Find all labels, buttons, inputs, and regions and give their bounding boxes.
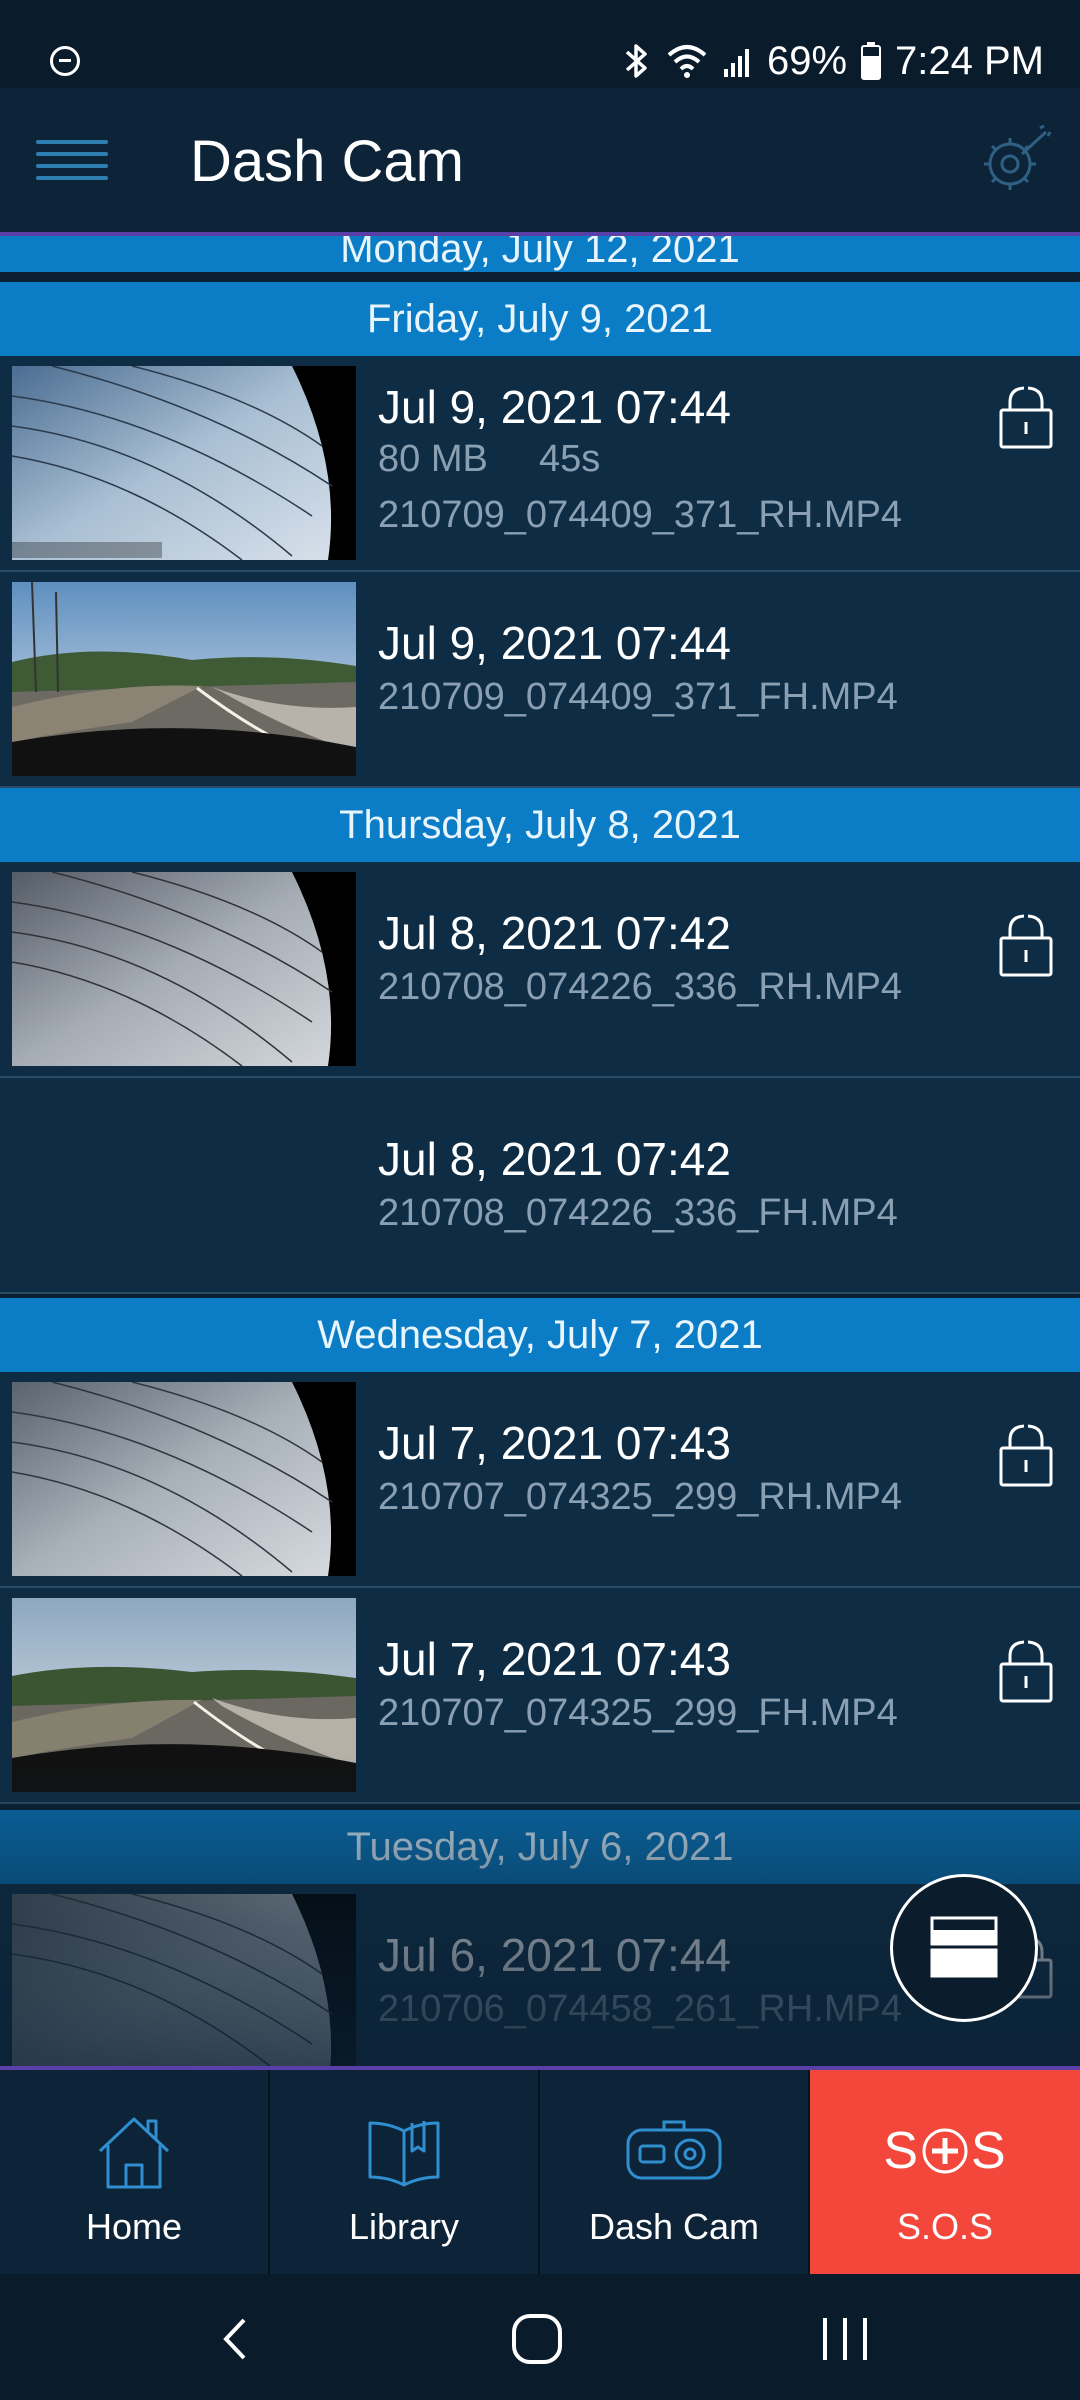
list-view-icon	[930, 1916, 998, 1978]
recording-filename: 210708_074226_336_FH.MP4	[378, 1192, 898, 1234]
back-icon[interactable]	[212, 2314, 262, 2364]
recording-filename: 210709_074409_371_FH.MP4	[378, 676, 898, 718]
recording-row[interactable]: Jul 7, 2021 07:43 210707_074325_299_RH.M…	[0, 1372, 1080, 1588]
recording-row[interactable]: Jul 8, 2021 07:42 210708_074226_336_RH.M…	[0, 862, 1080, 1078]
rear-window-thumbnail	[12, 366, 356, 560]
recordings-list[interactable]: Monday, July 12, 2021 Friday, July 9, 20…	[0, 236, 1080, 2066]
nav-label: Library	[348, 2206, 460, 2247]
recording-meta: 80 MB 45s	[378, 438, 600, 481]
recording-datetime: Jul 8, 2021 07:42	[378, 1133, 731, 1185]
house-icon	[98, 2117, 170, 2189]
app-bar: Dash Cam	[0, 88, 1080, 236]
recording-filename: 210706_074458_261_RH.MP4	[378, 1988, 902, 2030]
status-bar: 69% 7:24 PM	[0, 0, 1080, 88]
unlock-icon[interactable]	[998, 1422, 1054, 1488]
battery-icon	[861, 42, 882, 80]
recording-datetime: Jul 6, 2021 07:44	[378, 1929, 731, 1981]
wifi-icon	[665, 41, 709, 81]
dashcam-icon	[626, 2120, 722, 2180]
nav-label: Home	[85, 2206, 183, 2247]
settings-gear-icon[interactable]	[976, 124, 1052, 200]
rear-window-thumbnail	[12, 1894, 356, 2066]
sos-icon: S S	[883, 2122, 1007, 2180]
nav-label: S.O.S	[896, 2206, 994, 2247]
rear-window-thumbnail	[12, 1382, 356, 1576]
book-icon	[368, 2121, 440, 2187]
recording-datetime: Jul 9, 2021 07:44	[378, 617, 731, 669]
section-header: Monday, July 12, 2021	[0, 236, 1080, 272]
recording-datetime: Jul 8, 2021 07:42	[378, 907, 731, 959]
recents-icon[interactable]	[815, 2314, 875, 2364]
recording-row[interactable]: Jul 7, 2021 07:43 210707_074325_299_FH.M…	[0, 1588, 1080, 1804]
nav-dash-cam[interactable]: Dash Cam	[540, 2070, 810, 2274]
recording-datetime: Jul 7, 2021 07:43	[378, 1417, 731, 1469]
home-circle-icon[interactable]	[510, 2312, 564, 2366]
front-road-thumbnail	[12, 1598, 356, 1792]
recording-filename: 210708_074226_336_RH.MP4	[378, 966, 902, 1008]
system-nav-bar	[0, 2274, 1080, 2400]
recording-duration: 45s	[538, 438, 601, 480]
bottom-nav: Home Library Dash Cam S S S.O.S	[0, 2066, 1080, 2274]
do-not-disturb-icon	[50, 46, 80, 76]
recording-filename: 210709_074409_371_RH.MP4	[378, 494, 902, 536]
signal-icon	[723, 43, 753, 79]
recording-datetime: Jul 7, 2021 07:43	[378, 1633, 731, 1685]
section-header: Thursday, July 8, 2021	[0, 788, 1080, 862]
section-header: Wednesday, July 7, 2021	[0, 1298, 1080, 1372]
unlock-icon[interactable]	[998, 384, 1054, 450]
view-toggle-button[interactable]	[890, 1874, 1038, 2022]
recording-row[interactable]: Jul 8, 2021 07:42 210708_074226_336_FH.M…	[0, 1078, 1080, 1294]
nav-label: Dash Cam	[588, 2206, 760, 2247]
recording-datetime: Jul 9, 2021 07:44	[378, 381, 731, 433]
recording-row[interactable]: Jul 9, 2021 07:44 210709_074409_371_FH.M…	[0, 572, 1080, 788]
nav-library[interactable]: Library	[270, 2070, 540, 2274]
section-header: Friday, July 9, 2021	[0, 282, 1080, 356]
front-road-thumbnail	[12, 582, 356, 776]
recording-filename: 210707_074325_299_RH.MP4	[378, 1476, 902, 1518]
rear-window-thumbnail	[12, 872, 356, 1066]
recording-filename: 210707_074325_299_FH.MP4	[378, 1692, 898, 1734]
nav-home[interactable]: Home	[0, 2070, 270, 2274]
recording-row[interactable]: Jul 9, 2021 07:44 80 MB 45s 210709_07440…	[0, 356, 1080, 572]
bluetooth-icon	[621, 41, 651, 81]
nav-sos[interactable]: S S S.O.S	[810, 2070, 1080, 2274]
battery-percent: 69%	[766, 38, 848, 83]
page-title: Dash Cam	[190, 129, 464, 194]
section-header: Tuesday, July 6, 2021	[0, 1810, 1080, 1884]
unlock-icon[interactable]	[998, 1638, 1054, 1704]
status-time: 7:24 PM	[895, 38, 1044, 83]
recording-size: 80 MB	[378, 438, 488, 480]
menu-button[interactable]	[36, 134, 108, 184]
unlock-icon[interactable]	[998, 912, 1054, 978]
